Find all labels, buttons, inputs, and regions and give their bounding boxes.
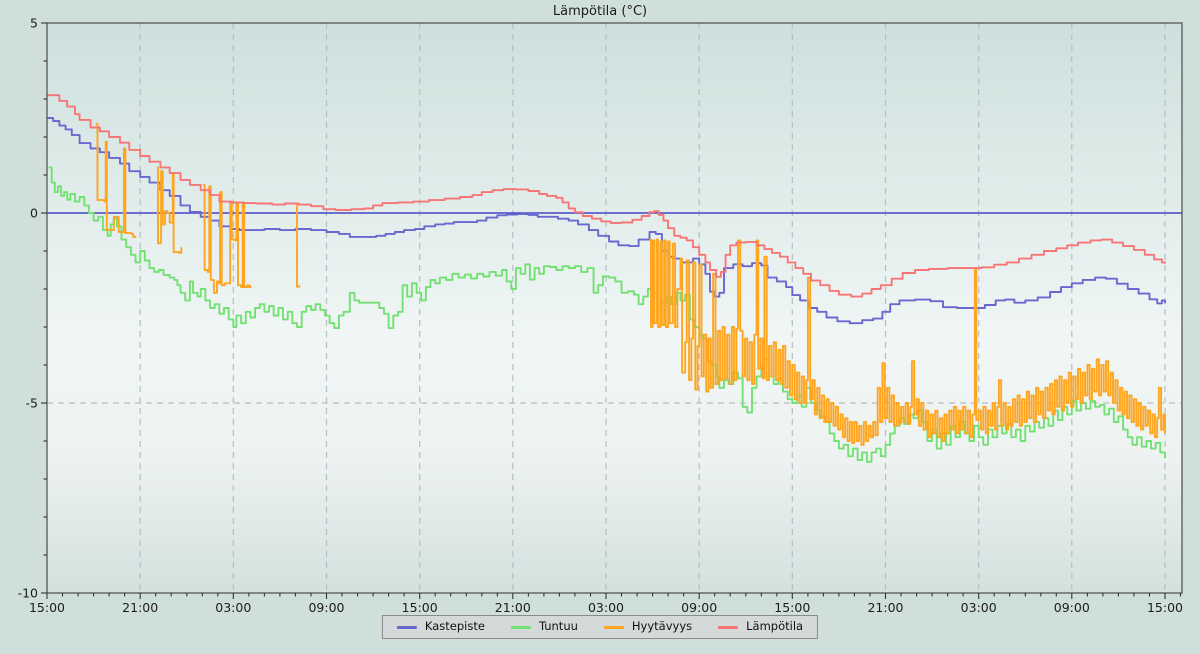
tuntuu-line-icon (510, 625, 531, 629)
x-tick-label: 09:00 (1054, 600, 1090, 615)
legend-label: Tuntuu (538, 619, 578, 634)
legend-label: Lämpötila (746, 619, 804, 634)
x-tick-label: 21:00 (122, 600, 158, 615)
x-tick-label: 21:00 (867, 600, 903, 615)
x-tick-label: 15:00 (29, 600, 65, 615)
x-tick-label: 09:00 (308, 600, 344, 615)
y-tick-label: -10 (18, 586, 38, 601)
hyytavyys-line-icon (603, 625, 624, 629)
legend-item-kastepiste: Kastepiste (396, 619, 485, 634)
y-tick-label: 0 (30, 206, 38, 221)
x-tick-label: 15:00 (402, 600, 438, 615)
chart-svg: 15:00 21:00 03:00 09:00 15:00 21:00 03:00 09:00… (18, 16, 1183, 616)
legend-label: Kastepiste (424, 619, 485, 634)
x-tick-label: 03:00 (215, 600, 251, 615)
x-tick-label: 03:00 (588, 600, 624, 615)
x-tick-label: 03:00 (961, 600, 997, 615)
y-tick-label: -5 (26, 396, 38, 411)
x-tick-label: 15:00 (1147, 600, 1183, 615)
chart-title: Lämpötila (°C) (552, 4, 648, 19)
x-tick-label: 09:00 (681, 600, 717, 615)
x-tick-label: 15:00 (774, 600, 810, 615)
plot-area (47, 23, 1182, 593)
legend-item-lampotila: Lämpötila (718, 621, 803, 633)
kastepiste-line-icon (396, 625, 417, 629)
legend-item-tuntuu: Tuntuu (510, 619, 578, 634)
chart-legend: Kastepiste Tuntuu Hyytävyys Lämpötila (381, 615, 819, 639)
lampotila-line-icon (718, 625, 739, 629)
legend-label: Hyytävyys (631, 619, 693, 634)
x-tick-label: 21:00 (495, 600, 531, 615)
legend-item-hyytavyys: Hyytävyys (603, 619, 693, 634)
temperature-chart: 15:00 21:00 03:00 09:00 15:00 21:00 03:00 09:00… (0, 0, 1200, 650)
